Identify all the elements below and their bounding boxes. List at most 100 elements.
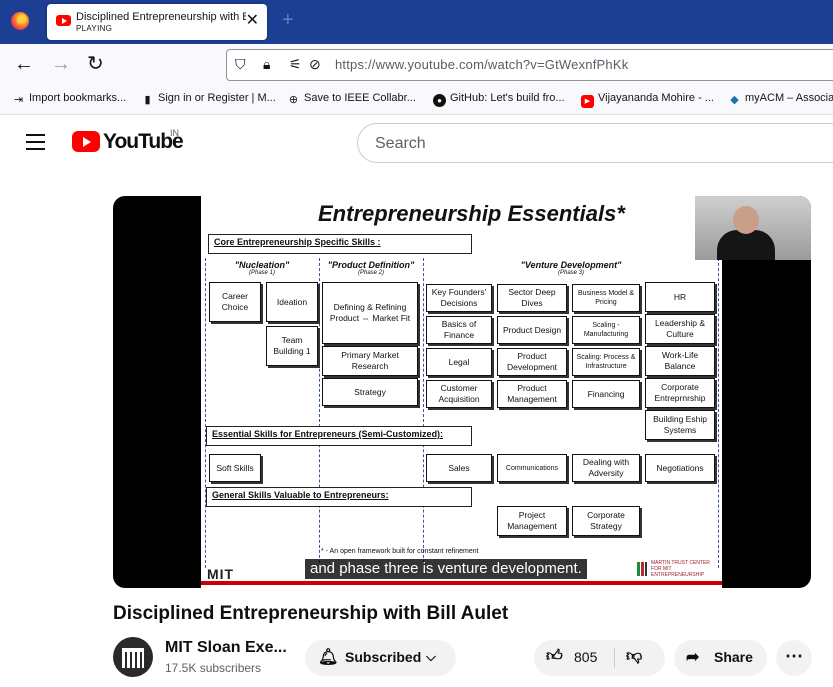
section-core-skills: Core Entrepreneurship Specific Skills :	[208, 234, 472, 254]
box-work-life-balance: Work-Life Balance	[645, 346, 715, 376]
box-soft-skills: Soft Skills	[209, 454, 261, 482]
like-count[interactable]: 805	[574, 649, 597, 665]
reload-icon[interactable]: ↻	[87, 53, 104, 75]
dislike-icon[interactable]: 👎︎	[626, 647, 642, 666]
box-business-model: Business Model & Pricing	[572, 284, 640, 312]
box-financing: Financing	[572, 380, 640, 408]
bars-icon: ▮	[144, 94, 151, 106]
mit-logo: MIT	[207, 566, 235, 582]
share-icon: ➦	[686, 649, 700, 666]
box-hr: HR	[645, 282, 715, 312]
box-legal: Legal	[426, 348, 492, 376]
bookmark-vijayananda[interactable]: ▶ Vijayananda Mohire - ...	[581, 92, 714, 108]
phase-divider	[718, 258, 719, 568]
box-key-founders-decisions: Key Founders' Decisions	[426, 284, 492, 312]
box-customer-acquisition: Customer Acquisition	[426, 380, 492, 408]
subscribed-button[interactable]: 🔔︎ Subscribed ⌵	[305, 640, 456, 676]
phase-venture-development: "Venture Development" (Phase 3)	[520, 260, 622, 276]
box-career-choice: Career Choice	[209, 282, 261, 322]
address-bar[interactable]: ⛉ 🔒︎ ⚟ ⊘ https://www.youtube.com/watch?v…	[226, 49, 833, 81]
browser-tab[interactable]: Disciplined Entrepreneurship with Bill A…	[47, 4, 267, 40]
box-ideation: Ideation	[266, 282, 318, 322]
box-scaling-manufacturing: Scaling - Manufacturing	[572, 316, 640, 344]
slide-title: Entrepreneurship Essentials*	[318, 201, 625, 226]
bookmark-import[interactable]: ⇥ Import bookmarks...	[12, 92, 126, 107]
new-tab-icon[interactable]: +	[282, 10, 294, 30]
acm-icon: ◆	[730, 94, 739, 106]
subscriber-count: 17.5K subscribers	[165, 661, 262, 675]
box-leadership-culture: Leadership & Culture	[645, 314, 715, 344]
martin-trust-center-logo: MARTIN TRUST CENTER FOR MIT ENTREPRENEUR…	[637, 560, 721, 578]
box-sales: Sales	[426, 454, 492, 482]
box-negotiations: Negotiations	[645, 454, 715, 482]
box-defining-product: Defining & Refining Product ⇔ Market Fit	[322, 282, 418, 344]
box-corporate-entrepreneurship: Corporate Entreprnrship	[645, 378, 715, 408]
closed-caption: and phase three is venture development.	[305, 559, 587, 579]
like-dislike-group: 👍︎ 805 👎︎	[534, 640, 665, 676]
box-scaling-process: Scaling: Process & Infrastructure	[572, 348, 640, 376]
phase-divider	[319, 258, 320, 568]
box-basics-of-finance: Basics of Finance	[426, 316, 492, 344]
box-sector-deep-dives: Sector Deep Dives	[497, 284, 567, 312]
tab-title: Disciplined Entrepreneurship with Bill A…	[76, 11, 246, 23]
url-text[interactable]: https://www.youtube.com/watch?v=GtWexnfP…	[335, 57, 628, 72]
phase-product-definition: "Product Definition" (Phase 2)	[327, 260, 415, 276]
browser-tab-strip: Disciplined Entrepreneurship with Bill A…	[0, 0, 833, 44]
close-tab-icon[interactable]: ✕	[246, 12, 259, 30]
box-product-development: Product Development	[497, 348, 567, 376]
youtube-favicon-icon	[56, 15, 71, 26]
more-actions-button[interactable]: ⋯	[776, 640, 812, 676]
box-product-management: Product Management	[497, 380, 567, 408]
github-icon: ●	[433, 94, 446, 107]
presentation-slide: Entrepreneurship Essentials* Core Entrep…	[201, 196, 722, 588]
bookmark-signin[interactable]: ▮ Sign in or Register | M...	[141, 92, 275, 107]
channel-name[interactable]: MIT Sloan Exe...	[165, 639, 287, 657]
video-player[interactable]: Entrepreneurship Essentials* Core Entrep…	[113, 196, 811, 588]
shield-icon[interactable]: ⛉	[235, 56, 246, 73]
phase-divider	[205, 258, 206, 568]
bookmark-acm[interactable]: ◆ myACM – Associat	[728, 92, 833, 107]
more-icon: ⋯	[785, 646, 803, 666]
firefox-icon[interactable]	[11, 12, 29, 30]
box-product-design: Product Design	[497, 316, 567, 344]
box-strategy: Strategy	[322, 378, 418, 406]
import-icon: ⇥	[13, 94, 24, 106]
bookmark-github[interactable]: ● GitHub: Let's build fro...	[433, 92, 565, 107]
section-essential-skills: Essential Skills for Entrepreneurs (Semi…	[206, 426, 472, 446]
box-primary-market-research: Primary Market Research	[322, 346, 418, 376]
video-title: Disciplined Entrepreneurship with Bill A…	[113, 603, 509, 624]
lock-icon[interactable]: 🔒︎	[263, 56, 270, 73]
bookmark-ieee[interactable]: ⊕ Save to IEEE Collabr...	[287, 92, 416, 107]
channel-avatar[interactable]	[113, 637, 153, 677]
speaker-webcam	[695, 196, 811, 260]
permissions-icon[interactable]: ⚟	[289, 56, 302, 73]
country-code: IN	[170, 128, 179, 138]
bell-icon: 🔔︎	[318, 649, 339, 666]
youtube-icon: ▶	[581, 95, 594, 108]
autoplay-blocked-icon[interactable]: ⊘	[309, 56, 321, 73]
navigation-bar: ← → ↻ ⛉ 🔒︎ ⚟ ⊘ https://www.youtube.com/w…	[0, 44, 833, 86]
bookmarks-bar: ⇥ Import bookmarks... ▮ Sign in or Registe…	[0, 86, 833, 115]
box-corporate-strategy: Corporate Strategy	[572, 506, 640, 536]
slide-footnote: * - An open framework built for constant…	[321, 548, 479, 555]
youtube-logo-icon[interactable]	[72, 131, 100, 152]
back-icon[interactable]: ←	[14, 53, 34, 75]
box-project-management: Project Management	[497, 506, 567, 536]
phase-nucleation: "Nucleation" (Phase 1)	[234, 260, 290, 276]
section-general-skills: General Skills Valuable to Entrepreneurs…	[206, 487, 472, 507]
speaker-head	[733, 206, 759, 234]
like-divider	[614, 648, 615, 668]
globe-icon: ⊕	[288, 94, 299, 106]
like-icon[interactable]: 👍︎	[546, 647, 563, 666]
menu-icon[interactable]	[26, 134, 45, 150]
box-team-building: Team Building 1	[266, 326, 318, 366]
chevron-down-icon: ⌵	[426, 649, 436, 664]
search-placeholder: Search	[375, 135, 426, 152]
box-building-eship-systems: Building Eship Systems	[645, 410, 715, 440]
search-input[interactable]: Search	[357, 123, 833, 163]
box-communications: Communications	[497, 454, 567, 482]
forward-icon[interactable]: →	[51, 53, 71, 75]
speaker-body	[717, 230, 775, 260]
share-button[interactable]: ➦ Share	[674, 640, 767, 676]
slide-red-bar	[201, 581, 722, 585]
